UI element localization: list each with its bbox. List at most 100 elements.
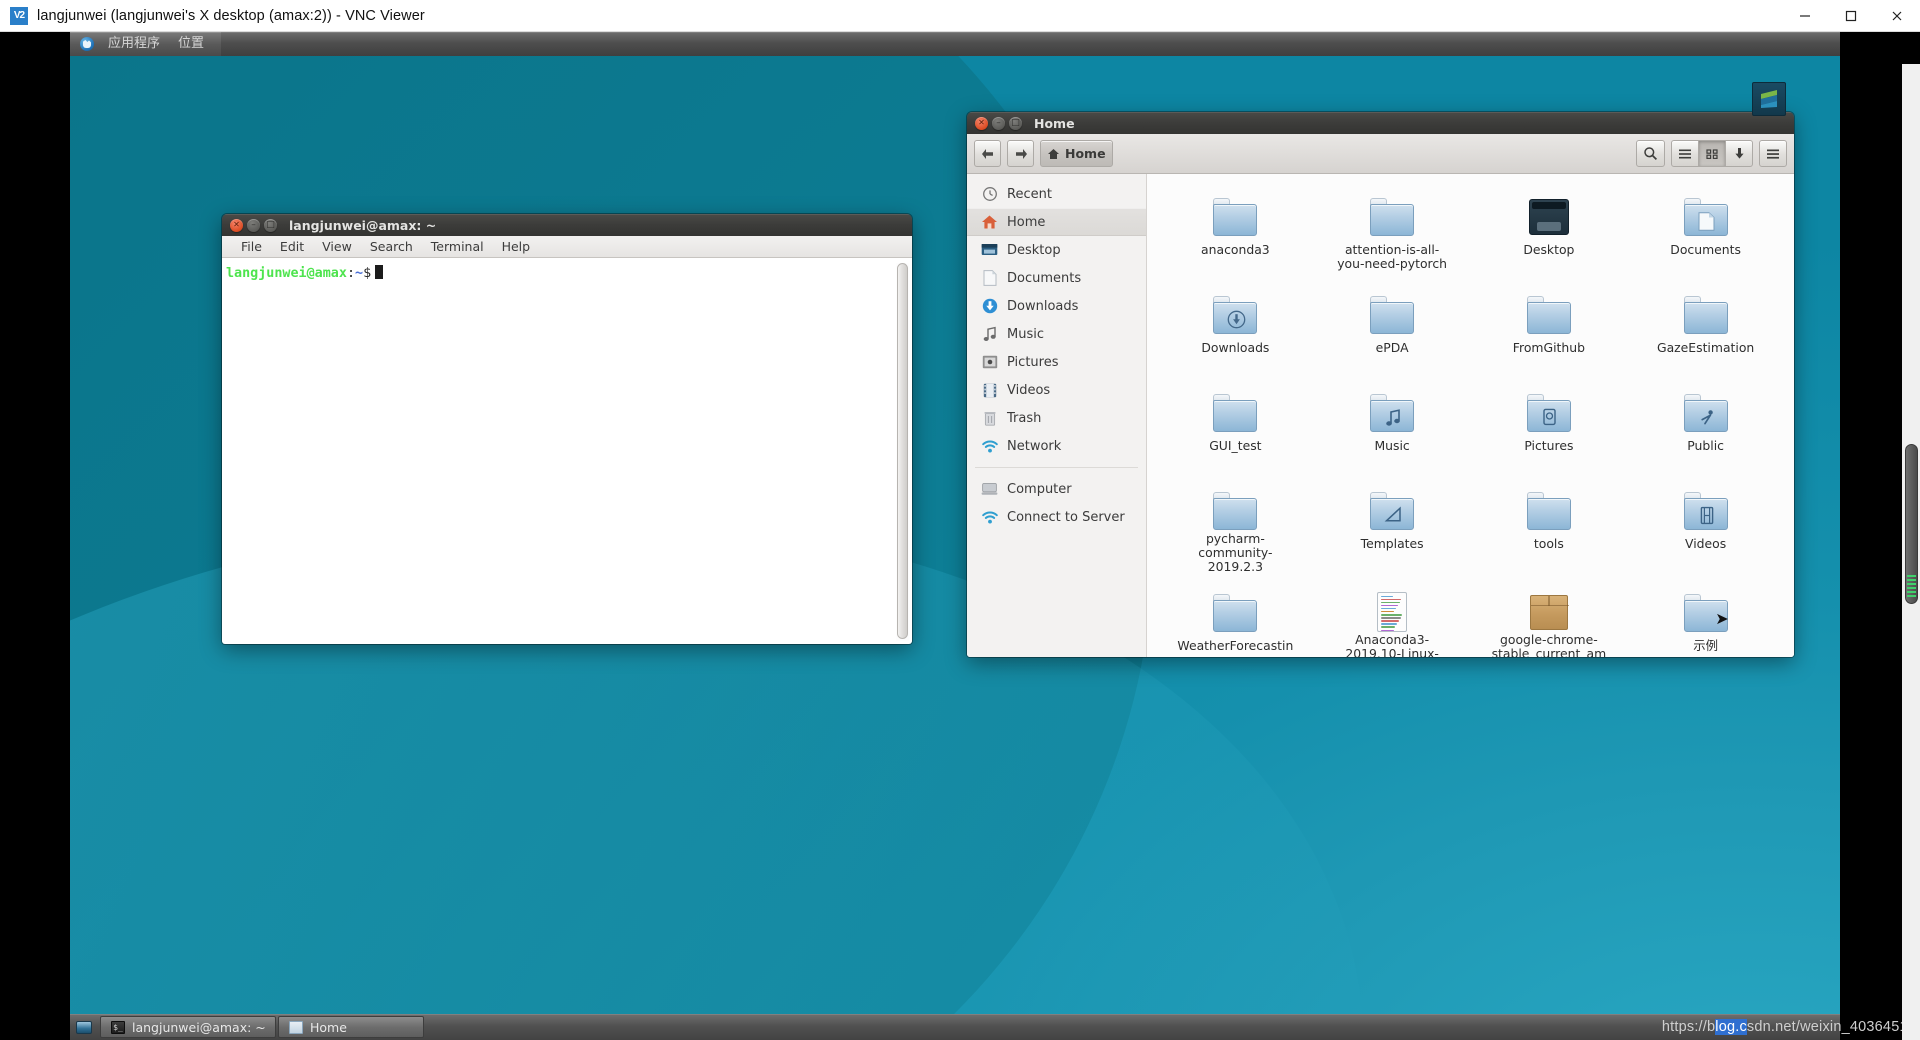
file-item-label: Music: [1374, 438, 1410, 453]
sidebar-item-desktop[interactable]: Desktop: [967, 236, 1146, 264]
sidebar-item-music[interactable]: Music: [967, 320, 1146, 348]
script-file-icon: [1368, 590, 1416, 632]
sidebar-item-computer[interactable]: Computer: [967, 475, 1146, 503]
list-view-button[interactable]: [1671, 140, 1699, 167]
file-item[interactable]: Templates: [1314, 482, 1471, 578]
file-item[interactable]: ➤ 示例: [1627, 584, 1784, 658]
menu-view[interactable]: View: [313, 236, 361, 258]
file-item[interactable]: Desktop: [1471, 188, 1628, 280]
sidebar-item-network[interactable]: Network: [967, 432, 1146, 460]
files-minimize-button[interactable]: –: [992, 116, 1005, 130]
file-item[interactable]: GUI_test: [1157, 384, 1314, 476]
menu-help[interactable]: Help: [493, 236, 540, 258]
sidebar-item-recent[interactable]: Recent: [967, 180, 1146, 208]
file-item[interactable]: FromGithub: [1471, 286, 1628, 378]
grid-view-button[interactable]: [1699, 140, 1726, 167]
file-item[interactable]: Downloads: [1157, 286, 1314, 378]
menu-places[interactable]: 位置: [169, 32, 213, 56]
file-item[interactable]: Music: [1314, 384, 1471, 476]
back-button[interactable]: [974, 140, 1001, 167]
trash-icon: [981, 410, 998, 427]
sidebar-item-home[interactable]: Home: [967, 208, 1146, 236]
file-item[interactable]: Videos: [1627, 482, 1784, 578]
vnc-canvas[interactable]: 应用程序 位置 ✕ – □ langjunwei@amax: ~ File Ed…: [0, 32, 1920, 1040]
files-maximize-button[interactable]: □: [1009, 116, 1022, 130]
terminal-close-button[interactable]: ✕: [230, 218, 243, 232]
minimize-button[interactable]: [1782, 0, 1828, 32]
folder-icon: [1682, 194, 1730, 238]
script-file-shape: [1377, 591, 1408, 632]
menu-file[interactable]: File: [232, 236, 271, 258]
terminal-title-bar[interactable]: ✕ – □ langjunwei@amax: ~: [222, 214, 912, 236]
menu-button[interactable]: [1759, 140, 1787, 167]
file-item-label: anaconda3: [1201, 242, 1270, 257]
show-desktop-button[interactable]: [70, 1014, 98, 1040]
sidebar-item-documents[interactable]: Documents: [967, 264, 1146, 292]
menu-terminal[interactable]: Terminal: [422, 236, 493, 258]
files-close-button[interactable]: ✕: [975, 116, 988, 130]
file-item[interactable]: tools: [1471, 482, 1628, 578]
file-item[interactable]: ePDA: [1314, 286, 1471, 378]
vnc-scrollbar-thumb[interactable]: [1905, 444, 1918, 604]
files-title-bar[interactable]: ✕ – □ Home: [967, 112, 1794, 134]
computer-icon: [981, 481, 998, 498]
files-main-area: Recent Home Desktop Documents Downloads Music…: [967, 174, 1794, 657]
sidebar-item-downloads[interactable]: Downloads: [967, 292, 1146, 320]
script-text-line: [1381, 598, 1402, 601]
forward-button[interactable]: [1007, 140, 1034, 167]
prompt-user: langjunwei@amax: [226, 266, 347, 281]
file-item[interactable]: anaconda3: [1157, 188, 1314, 280]
file-item[interactable]: google-chrome-stable_current_amd64.deb: [1471, 584, 1628, 657]
file-item-label: Anaconda3-2019.10-Linux-x86_64.sh: [1345, 632, 1439, 658]
terminal-scrollbar[interactable]: [896, 263, 909, 641]
folder-icon: [1368, 390, 1416, 434]
remote-desktop[interactable]: 应用程序 位置 ✕ – □ langjunwei@amax: ~ File Ed…: [70, 32, 1840, 1040]
folder-emblem-doc: [1697, 211, 1717, 231]
menu-applications[interactable]: 应用程序: [99, 32, 169, 56]
terminal-icon: $_: [111, 1020, 125, 1034]
terminal-window[interactable]: ✕ – □ langjunwei@amax: ~ File Edit View …: [222, 214, 912, 644]
monitor-icon: [981, 242, 998, 259]
close-button[interactable]: [1874, 0, 1920, 32]
script-text-line: [1381, 610, 1395, 613]
download-icon: [1734, 148, 1744, 159]
file-item[interactable]: GazeEstimation: [1627, 286, 1784, 378]
taskbar-files-label: Home: [310, 1019, 347, 1035]
file-item[interactable]: Pictures: [1471, 384, 1628, 476]
terminal-maximize-button[interactable]: □: [264, 218, 277, 232]
menu-search[interactable]: Search: [361, 236, 422, 258]
terminal-output-area[interactable]: langjunwei@amax:~$: [222, 258, 912, 644]
prompt-path: ~: [355, 266, 364, 281]
file-item[interactable]: Documents: [1627, 188, 1784, 280]
taskbar-item-files[interactable]: Home: [278, 1016, 424, 1038]
file-manager-window[interactable]: ✕ – □ Home Home Recent Home Desktop Docu…: [967, 112, 1794, 657]
file-item[interactable]: attention-is-all-you-need-pytorch: [1314, 188, 1471, 280]
download-button[interactable]: [1726, 140, 1753, 167]
breadcrumb-home-button[interactable]: Home: [1040, 140, 1113, 167]
sidebar-item-connect-to-server[interactable]: Connect to Server: [967, 503, 1146, 531]
file-item[interactable]: pycharm-community-2019.2.3: [1157, 482, 1314, 578]
folder-shape: [1683, 198, 1728, 236]
sidebar-item-pictures[interactable]: Pictures: [967, 348, 1146, 376]
files-icon-grid[interactable]: anaconda3 attention-is-all-you-need-pytor…: [1147, 174, 1794, 657]
search-button[interactable]: [1636, 140, 1665, 167]
terminal-minimize-button[interactable]: –: [247, 218, 260, 232]
sidebar-item-videos[interactable]: Videos: [967, 376, 1146, 404]
vnc-vertical-scrollbar[interactable]: [1902, 64, 1920, 1040]
menu-edit[interactable]: Edit: [271, 236, 313, 258]
view-mode-group: [1671, 140, 1753, 167]
sublime-text-desktop-icon[interactable]: [1752, 82, 1786, 116]
file-item[interactable]: WeatherForecasting: [1157, 584, 1314, 657]
file-item-label: pycharm-community-2019.2.3: [1198, 530, 1273, 574]
gnome-bottom-panel: $_ langjunwei@amax: ~ Home: [70, 1014, 1840, 1040]
folder-icon: [1525, 488, 1573, 532]
script-text-line: [1381, 623, 1398, 625]
maximize-button[interactable]: [1828, 0, 1874, 32]
sidebar-item-trash[interactable]: Trash: [967, 404, 1146, 432]
taskbar-item-terminal[interactable]: $_ langjunwei@amax: ~: [100, 1016, 276, 1038]
file-item[interactable]: Public: [1627, 384, 1784, 476]
terminal-scrollbar-thumb[interactable]: [897, 263, 908, 639]
file-item[interactable]: Anaconda3-2019.10-Linux-x86_64.sh: [1314, 584, 1471, 658]
sidebar-item-label: Downloads: [1007, 298, 1079, 314]
folder-icon: [1368, 194, 1416, 238]
